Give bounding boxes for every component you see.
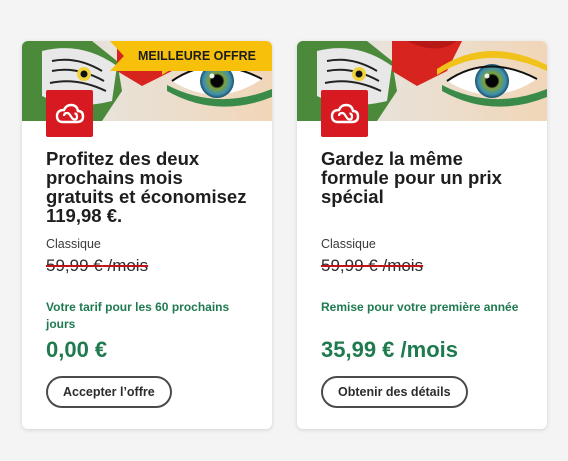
new-price: 35,99 € /mois <box>321 337 458 363</box>
creative-cloud-icon <box>46 90 93 137</box>
new-price-period: /mois <box>400 337 458 362</box>
plan-label: Classique <box>321 237 376 251</box>
old-price-period: /mois <box>107 256 149 275</box>
offer-title: Profitez des deux prochains mois gratuit… <box>46 148 247 226</box>
offer-card-best: MEILLEURE OFFRE Profitez des deux procha… <box>22 41 272 429</box>
old-price-period: /mois <box>382 256 424 275</box>
accept-offer-button[interactable]: Accepter l’offre <box>46 376 172 408</box>
old-price-value: 59,99 € <box>46 256 103 275</box>
old-price: 59,99 € /mois <box>321 256 423 276</box>
plan-label: Classique <box>46 237 101 251</box>
best-offer-ribbon: MEILLEURE OFFRE <box>109 41 272 71</box>
creative-cloud-icon <box>321 90 368 137</box>
new-price-value: 35,99 € <box>321 337 395 362</box>
get-details-button[interactable]: Obtenir des détails <box>321 376 468 408</box>
new-price-value: 0,00 € <box>46 337 108 362</box>
old-price-value: 59,99 € <box>321 256 378 275</box>
top-edge-decoration <box>0 0 568 4</box>
offer-title: Gardez la même formule pour un prix spéc… <box>321 148 502 207</box>
promo-text: Remise pour votre première année <box>321 300 519 314</box>
promo-text: Votre tarif pour les 60 prochains jours <box>46 300 230 331</box>
offer-card-special-price: Gardez la même formule pour un prix spéc… <box>297 41 547 429</box>
old-price: 59,99 € /mois <box>46 256 148 276</box>
new-price: 0,00 € <box>46 337 107 363</box>
